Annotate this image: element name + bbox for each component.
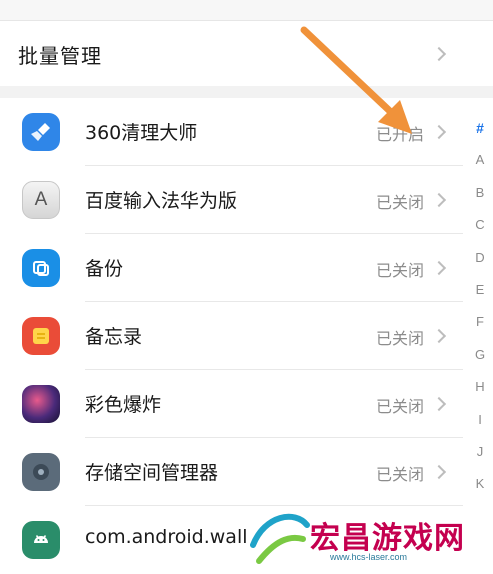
watermark: 宏昌游戏网 www.hcs-laser.com — [245, 505, 493, 569]
watermark-text: 宏昌游戏网 — [310, 521, 465, 556]
annotation-arrow-icon — [300, 26, 412, 134]
watermark-logo-icon — [250, 513, 310, 564]
watermark-url: www.hcs-laser.com — [330, 552, 408, 562]
